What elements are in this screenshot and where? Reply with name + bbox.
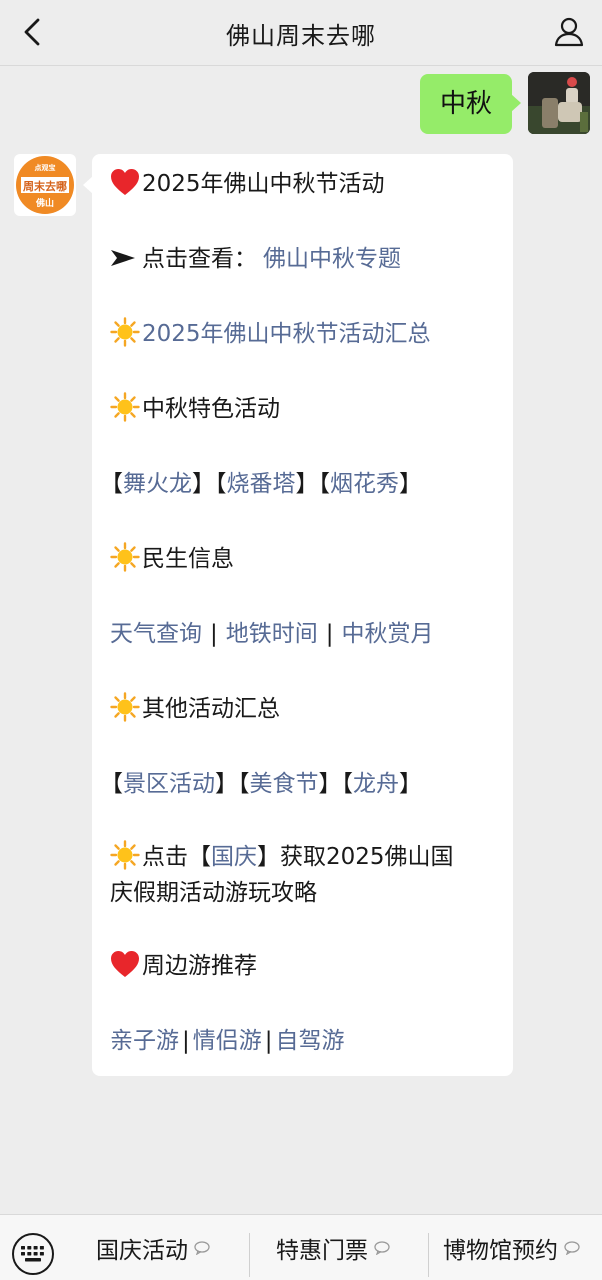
arrow-right-icon (111, 250, 135, 266)
sun-icon (110, 692, 140, 722)
tower-burning-link[interactable]: 烧番塔 (227, 471, 296, 497)
scenic-area-link[interactable]: 景区活动 (123, 771, 215, 797)
keyboard-toggle-button[interactable] (12, 1233, 54, 1275)
chat-title: 佛山周末去哪 (226, 22, 376, 50)
couple-trip-link[interactable]: 情侣游 (193, 1028, 262, 1054)
fireworks-link[interactable]: 烟花秀 (330, 471, 399, 497)
menu-divider (428, 1233, 429, 1277)
nearby-heading-line: 周边游推荐 (110, 946, 495, 986)
featured-heading: 中秋特色活动 (142, 396, 280, 422)
featured-links-line: 【舞火龙】【烧番塔】【烟花秀】 (100, 471, 422, 497)
nearby-links-line: 亲子游 | 情侣游 | 自驾游 (110, 1028, 345, 1054)
person-icon (554, 17, 584, 47)
profile-button[interactable] (552, 14, 586, 48)
national-day-link[interactable]: 国庆 (211, 844, 257, 870)
svg-text:佛山: 佛山 (35, 197, 54, 209)
topic-link[interactable]: 佛山中秋专题 (263, 246, 401, 272)
menu-item-label: 国庆活动 (96, 1238, 188, 1264)
menu-item-label: 特惠门票 (276, 1238, 368, 1264)
chat-screen: 佛山周末去哪 中秋 点观宝 周末去哪 佛山 2025年佛山中秋节活动 点击查看：… (0, 0, 602, 1280)
summary-line: 2025年佛山中秋节活动汇总 (110, 314, 495, 354)
national-prefix: 点击【 (142, 844, 211, 870)
nearby-heading: 周边游推荐 (142, 953, 257, 979)
menu-national-day-activities[interactable]: 国庆活动 (96, 1215, 210, 1280)
national-day-paragraph: 点击【国庆】获取2025佛山国 庆假期活动游玩攻略 (110, 839, 495, 911)
user-message-bubble[interactable]: 中秋 (419, 74, 522, 134)
national-suffix-1: 】获取2025佛山国 (257, 844, 454, 870)
menu-item-label: 博物馆预约 (443, 1238, 558, 1264)
svg-text:点观宝: 点观宝 (35, 163, 56, 172)
sun-icon (110, 542, 140, 572)
menu-divider (249, 1233, 250, 1277)
message-title-line: 2025年佛山中秋节活动 (110, 164, 495, 204)
sun-icon (110, 392, 140, 422)
fire-dragon-link[interactable]: 舞火龙 (123, 471, 192, 497)
submenu-bubble-icon (374, 1241, 390, 1255)
featured-heading-line: 中秋特色活动 (110, 389, 495, 429)
other-heading-line: 其他活动汇总 (110, 689, 495, 729)
message-title: 2025年佛山中秋节活动 (142, 171, 385, 197)
keyboard-icon (21, 1246, 44, 1262)
summary-link[interactable]: 2025年佛山中秋节活动汇总 (142, 321, 431, 347)
self-drive-link[interactable]: 自驾游 (276, 1028, 345, 1054)
click-view-label: 点击查看： (142, 246, 257, 272)
submenu-bubble-icon (194, 1241, 210, 1255)
menu-discount-tickets[interactable]: 特惠门票 (276, 1215, 390, 1280)
sun-icon (110, 317, 140, 347)
livelihood-heading-line: 民生信息 (110, 539, 495, 579)
menu-museum-booking[interactable]: 博物馆预约 (443, 1215, 580, 1280)
bot-message-bubble: 2025年佛山中秋节活动 点击查看：佛山中秋专题 2025年佛山中秋节活动汇总 (83, 154, 513, 1076)
bottom-menu-bar: 国庆活动 特惠门票 博物馆预约 (0, 1214, 602, 1280)
metro-time-link[interactable]: 地铁时间 (226, 621, 318, 647)
heart-icon (111, 951, 139, 977)
user-message-row: 中秋 (390, 72, 590, 136)
other-heading: 其他活动汇总 (142, 696, 280, 722)
national-suffix-2: 庆假期活动游玩攻略 (110, 880, 317, 906)
dragon-boat-link[interactable]: 龙舟 (353, 771, 399, 797)
sun-icon (110, 840, 140, 870)
livelihood-heading: 民生信息 (142, 546, 234, 572)
user-avatar[interactable] (528, 72, 590, 134)
bot-avatar[interactable]: 点观宝 周末去哪 佛山 (14, 154, 76, 216)
moon-viewing-link[interactable]: 中秋赏月 (342, 621, 434, 647)
brand-logo: 点观宝 周末去哪 佛山 (16, 156, 74, 214)
submenu-bubble-icon (564, 1241, 580, 1255)
user-avatar-image (528, 72, 590, 134)
weather-link[interactable]: 天气查询 (110, 621, 202, 647)
livelihood-links-line: 天气查询 | 地铁时间 | 中秋赏月 (110, 621, 434, 647)
family-trip-link[interactable]: 亲子游 (110, 1028, 179, 1054)
svg-text:周末去哪: 周末去哪 (23, 179, 67, 193)
food-festival-link[interactable]: 美食节 (250, 771, 319, 797)
click-view-line: 点击查看： 佛山中秋专题 (110, 239, 495, 279)
header-bar: 佛山周末去哪 (0, 0, 602, 66)
heart-icon (111, 169, 139, 195)
other-links-line: 【景区活动】【美食节】【龙舟】 (100, 771, 422, 797)
